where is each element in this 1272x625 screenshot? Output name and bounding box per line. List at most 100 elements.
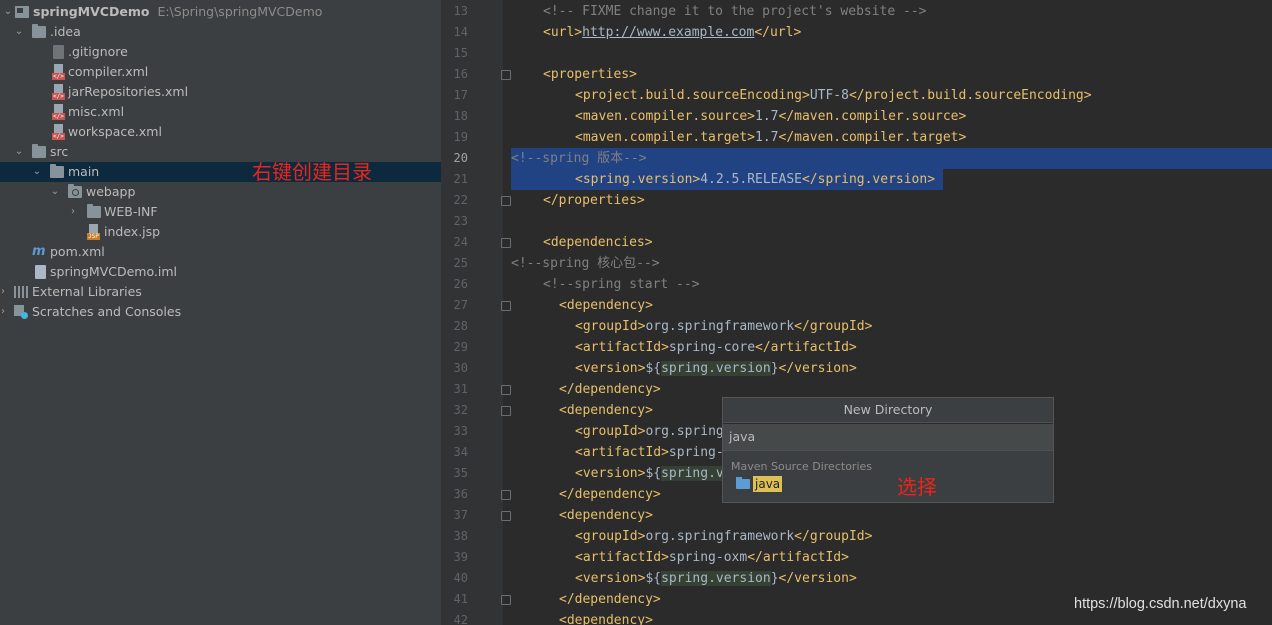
xml-tag: <dependency> bbox=[559, 508, 653, 523]
code-comment: <!-- FIXME change it to the project's we… bbox=[543, 4, 927, 19]
chevron-down-icon[interactable]: ⌄ bbox=[13, 142, 25, 162]
tree-item-src[interactable]: ⌄ src bbox=[0, 142, 441, 162]
code-line-32[interactable]: <dependency> bbox=[559, 400, 653, 421]
tree-item-iml[interactable]: springMVCDemo.iml bbox=[0, 262, 441, 282]
fold-marker-icon[interactable] bbox=[501, 301, 511, 311]
line-number: 15 bbox=[453, 46, 468, 60]
chevron-down-icon[interactable]: ⌄ bbox=[49, 182, 61, 202]
code-line-42[interactable]: <dependency> bbox=[559, 610, 653, 625]
code-line-38[interactable]: <groupId>org.springframework</groupId> bbox=[575, 526, 872, 547]
xml-file-icon bbox=[52, 104, 65, 120]
fold-marker-icon[interactable] bbox=[501, 385, 511, 395]
xml-tag: </dependency> bbox=[559, 487, 661, 502]
fold-marker-icon[interactable] bbox=[501, 238, 511, 248]
xml-tag: <maven.compiler.target> bbox=[575, 130, 756, 145]
code-line-41[interactable]: </dependency> bbox=[559, 589, 661, 610]
xml-tag: <artifactId> bbox=[575, 340, 669, 355]
xml-tag: <dependencies> bbox=[543, 235, 653, 250]
folder-icon bbox=[50, 164, 64, 178]
tree-item-index-jsp[interactable]: index.jsp bbox=[0, 222, 441, 242]
xml-value: spring- bbox=[668, 445, 724, 460]
code-comment: <!--spring 核心包--> bbox=[511, 256, 660, 271]
code-line-31[interactable]: </dependency> bbox=[559, 379, 661, 400]
tree-item-external-libraries[interactable]: › External Libraries bbox=[0, 282, 441, 302]
xml-tag: </version> bbox=[778, 571, 857, 586]
code-line-19[interactable]: <maven.compiler.target>1.7</maven.compil… bbox=[575, 127, 966, 148]
xml-tag: </version> bbox=[778, 361, 857, 376]
tree-item-label: WEB-INF bbox=[104, 204, 158, 219]
xml-tag: <dependency> bbox=[559, 403, 653, 418]
code-line-20[interactable]: <!--spring 版本--> bbox=[511, 148, 647, 169]
code-line-37[interactable]: <dependency> bbox=[559, 505, 653, 526]
tree-item-project[interactable]: ⌄ springMVCDemo E:\Spring\springMVCDemo bbox=[0, 2, 441, 22]
xml-value: ${ bbox=[645, 571, 662, 586]
url-link[interactable]: http://www.example.com bbox=[582, 25, 754, 40]
tree-item-compiler-xml[interactable]: compiler.xml bbox=[0, 62, 441, 82]
xml-tag: </project.build.sourceEncoding> bbox=[848, 88, 1092, 103]
xml-tag: <version> bbox=[575, 571, 646, 586]
code-line-33[interactable]: <groupId>org.spring bbox=[575, 421, 724, 442]
xml-tag: <project.build.sourceEncoding> bbox=[575, 88, 810, 103]
line-number: 28 bbox=[453, 319, 468, 333]
code-line-28[interactable]: <groupId>org.springframework</groupId> bbox=[575, 316, 872, 337]
tree-item-webapp[interactable]: ⌄ webapp bbox=[0, 182, 441, 202]
chevron-down-icon[interactable]: ⌄ bbox=[31, 162, 43, 182]
folder-icon bbox=[87, 204, 101, 218]
code-line-30[interactable]: <version>${spring.version}</version> bbox=[575, 358, 857, 379]
xml-value: spring-core bbox=[668, 340, 756, 355]
code-line-29[interactable]: <artifactId>spring-core</artifactId> bbox=[575, 337, 857, 358]
chevron-right-icon[interactable]: › bbox=[0, 282, 9, 302]
xml-value: ${ bbox=[645, 466, 662, 481]
fold-marker-icon[interactable] bbox=[501, 595, 511, 605]
tree-item-web-inf[interactable]: › WEB-INF bbox=[0, 202, 441, 222]
xml-tag: <version> bbox=[575, 466, 646, 481]
tree-item-idea[interactable]: ⌄ .idea bbox=[0, 22, 441, 42]
code-line-22[interactable]: </properties> bbox=[543, 190, 645, 211]
line-number: 39 bbox=[453, 550, 468, 564]
code-line-18[interactable]: <maven.compiler.source>1.7</maven.compil… bbox=[575, 106, 966, 127]
code-line-26[interactable]: <!--spring start --> bbox=[543, 274, 700, 295]
code-line-14[interactable]: <url>http://www.example.com</url> bbox=[543, 22, 801, 43]
code-line-13[interactable]: <!-- FIXME change it to the project's we… bbox=[543, 1, 927, 22]
tree-item-misc-xml[interactable]: misc.xml bbox=[0, 102, 441, 122]
code-line-35[interactable]: <version>${spring.v bbox=[575, 463, 724, 484]
xml-tag: <properties> bbox=[543, 67, 637, 82]
code-line-36[interactable]: </dependency> bbox=[559, 484, 661, 505]
chevron-down-icon[interactable]: ⌄ bbox=[13, 22, 25, 42]
line-number: 18 bbox=[453, 109, 468, 123]
line-number: 25 bbox=[453, 256, 468, 270]
tree-item-jarrepositories-xml[interactable]: jarRepositories.xml bbox=[0, 82, 441, 102]
code-line-40[interactable]: <version>${spring.version}</version> bbox=[575, 568, 857, 589]
fold-marker-icon[interactable] bbox=[501, 406, 511, 416]
code-line-21[interactable]: <spring.version>4.2.5.RELEASE</spring.ve… bbox=[575, 169, 935, 190]
tree-item-gitignore[interactable]: .gitignore bbox=[0, 42, 441, 62]
tree-item-workspace-xml[interactable]: workspace.xml bbox=[0, 122, 441, 142]
chevron-down-icon[interactable]: ⌄ bbox=[2, 2, 14, 22]
fold-marker-icon[interactable] bbox=[501, 70, 511, 80]
project-folder-icon bbox=[15, 6, 29, 18]
chevron-right-icon[interactable]: › bbox=[67, 202, 79, 222]
tree-item-main[interactable]: ⌄ main bbox=[0, 162, 441, 182]
tree-item-label: springMVCDemo.iml bbox=[50, 264, 177, 279]
xml-value: spring-oxm bbox=[668, 550, 748, 565]
code-editor[interactable]: 13 14 15 16 17 18 19 20 21 22 23 24 25 26 27 28 29 30 31 32… bbox=[441, 0, 1272, 625]
code-line-34[interactable]: <artifactId>spring- bbox=[575, 442, 724, 463]
code-line-27[interactable]: <dependency> bbox=[559, 295, 653, 316]
tree-item-label: main bbox=[68, 164, 100, 179]
tree-item-pom-xml[interactable]: m pom.xml bbox=[0, 242, 441, 262]
tree-item-scratches[interactable]: › Scratches and Consoles bbox=[0, 302, 441, 322]
maven-source-option-java[interactable]: java bbox=[723, 475, 1053, 493]
xml-tag: <maven.compiler.source> bbox=[575, 109, 756, 124]
fold-marker-icon[interactable] bbox=[501, 196, 511, 206]
fold-marker-icon[interactable] bbox=[501, 511, 511, 521]
code-line-39[interactable]: <artifactId>spring-oxm</artifactId> bbox=[575, 547, 849, 568]
line-number: 37 bbox=[453, 508, 468, 522]
code-line-17[interactable]: <project.build.sourceEncoding>UTF-8</pro… bbox=[575, 85, 1092, 106]
directory-name-input[interactable]: java bbox=[723, 423, 1053, 451]
fold-marker-icon[interactable] bbox=[501, 490, 511, 500]
code-line-25[interactable]: <!--spring 核心包--> bbox=[511, 253, 660, 274]
xml-value: org.springframework bbox=[645, 319, 795, 334]
code-line-16[interactable]: <properties> bbox=[543, 64, 637, 85]
chevron-right-icon[interactable]: › bbox=[0, 302, 9, 322]
code-line-24[interactable]: <dependencies> bbox=[543, 232, 653, 253]
